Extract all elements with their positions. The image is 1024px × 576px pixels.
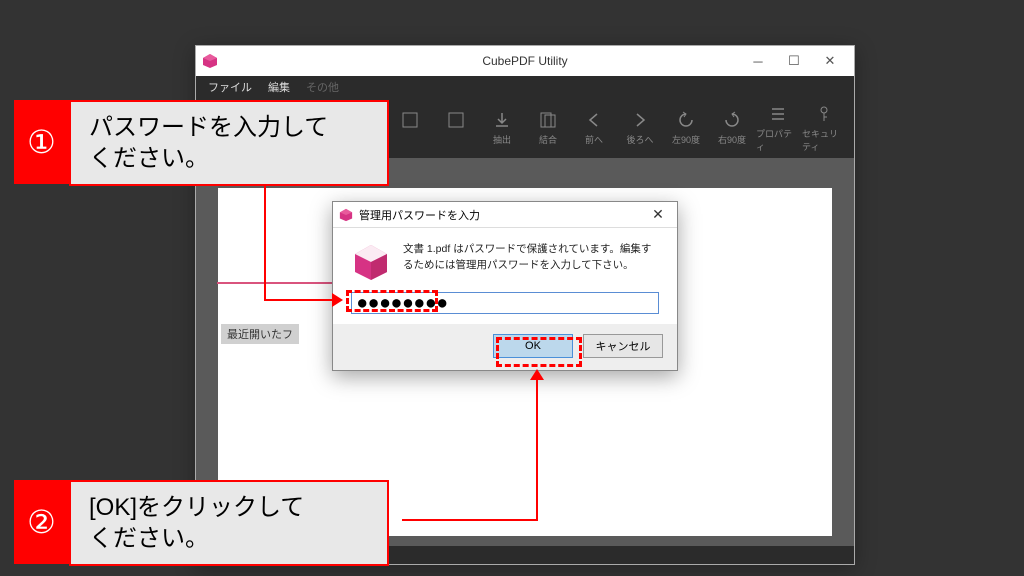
- highlight-ok: [496, 337, 582, 367]
- menu-file[interactable]: ファイル: [200, 76, 260, 98]
- tool-rotate-right[interactable]: 右90度: [710, 101, 754, 155]
- tool-extract[interactable]: 抽出: [480, 101, 524, 155]
- dialog-cube-icon: [351, 242, 391, 282]
- annotation-2-text: [OK]をクリックして ください。: [69, 480, 389, 566]
- app-icon: [202, 53, 218, 69]
- dialog-titlebar: 管理用パスワードを入力 ✕: [333, 202, 677, 228]
- annotation-2-number: ②: [14, 480, 69, 564]
- menubar: ファイル 編集 その他: [196, 76, 854, 98]
- tool-next[interactable]: 後ろへ: [618, 101, 662, 155]
- arrow-head-1: [332, 293, 343, 307]
- arrow-head-2: [530, 369, 544, 380]
- maximize-button[interactable]: ☐: [776, 49, 812, 73]
- annotation-1-number: ①: [14, 100, 69, 184]
- window-controls: ─ ☐ ✕: [740, 49, 848, 73]
- titlebar: CubePDF Utility ─ ☐ ✕: [196, 46, 854, 76]
- tool-hidden6: [434, 101, 478, 155]
- annotation-1: ① パスワードを入力して ください。: [14, 100, 389, 186]
- tool-hidden5: [388, 101, 432, 155]
- arrow-line-2a: [402, 519, 537, 521]
- dialog-title: 管理用パスワードを入力: [359, 207, 480, 223]
- tool-property[interactable]: プロパティ: [756, 101, 800, 155]
- annotation-2: ② [OK]をクリックして ください。: [14, 480, 389, 566]
- tool-security[interactable]: セキュリティ: [802, 101, 846, 155]
- menu-other[interactable]: その他: [298, 76, 347, 98]
- arrow-line-2b: [536, 380, 538, 521]
- cancel-button[interactable]: キャンセル: [583, 334, 663, 358]
- highlight-password: [346, 290, 438, 312]
- dialog-body: 文書 1.pdf はパスワードで保護されています。編集するためには管理用パスワー…: [333, 228, 677, 288]
- arrow-line-1a: [264, 184, 266, 300]
- minimize-button[interactable]: ─: [740, 49, 776, 73]
- dialog-close-button[interactable]: ✕: [645, 206, 671, 223]
- tool-prev[interactable]: 前へ: [572, 101, 616, 155]
- app-title: CubePDF Utility: [482, 54, 567, 68]
- tool-rotate-left[interactable]: 左90度: [664, 101, 708, 155]
- recent-files-label: 最近開いたフ: [221, 324, 299, 344]
- divider-line: [217, 282, 337, 284]
- dialog-message: 文書 1.pdf はパスワードで保護されています。編集するためには管理用パスワー…: [403, 242, 659, 282]
- close-button[interactable]: ✕: [812, 49, 848, 73]
- arrow-line-1b: [264, 299, 334, 301]
- annotation-1-text: パスワードを入力して ください。: [69, 100, 389, 186]
- tool-merge[interactable]: 結合: [526, 101, 570, 155]
- menu-edit[interactable]: 編集: [260, 76, 298, 98]
- dialog-icon: [339, 208, 353, 222]
